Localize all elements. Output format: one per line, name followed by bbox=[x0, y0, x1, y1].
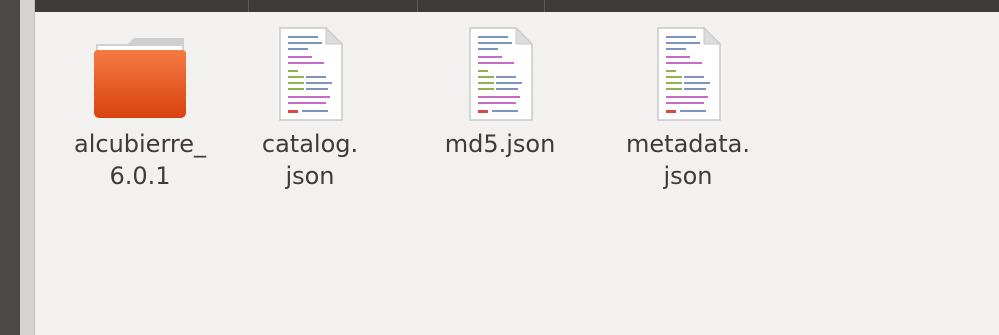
file-view[interactable]: alcubierre_ 6.0.1 catalog. json md5.json… bbox=[35, 12, 999, 335]
title-bar-segment bbox=[0, 0, 249, 12]
title-bar-segment bbox=[249, 0, 418, 12]
file-name-line: catalog. bbox=[261, 130, 359, 158]
window-left-edge bbox=[0, 0, 22, 335]
title-bar bbox=[0, 0, 999, 12]
file-name-line: json bbox=[663, 162, 713, 190]
folder-icon bbox=[94, 38, 186, 118]
file-item-alcubierre-folder[interactable]: alcubierre_ 6.0.1 bbox=[65, 24, 215, 192]
file-name-line: metadata. bbox=[626, 130, 750, 158]
title-bar-segment bbox=[418, 0, 545, 12]
file-name: catalog. json bbox=[235, 128, 385, 192]
file-name: md5.json bbox=[425, 128, 575, 160]
file-name: alcubierre_ 6.0.1 bbox=[65, 128, 215, 192]
file-item-metadata-json[interactable]: metadata. json bbox=[613, 24, 763, 192]
file-item-catalog-json[interactable]: catalog. json bbox=[235, 24, 385, 192]
file-name-line: json bbox=[285, 162, 335, 190]
text-document-icon bbox=[469, 26, 534, 121]
file-item-md5-json[interactable]: md5.json bbox=[425, 24, 575, 160]
file-name-line: md5.json bbox=[444, 130, 556, 158]
file-manager-window: alcubierre_ 6.0.1 catalog. json md5.json… bbox=[0, 0, 999, 335]
text-document-icon bbox=[657, 26, 722, 121]
file-name-line: 6.0.1 bbox=[109, 162, 171, 190]
file-name-line: alcubierre_ bbox=[74, 130, 206, 158]
file-name: metadata. json bbox=[613, 128, 763, 192]
text-document-icon bbox=[279, 26, 344, 121]
sidebar-edge[interactable] bbox=[20, 0, 35, 335]
